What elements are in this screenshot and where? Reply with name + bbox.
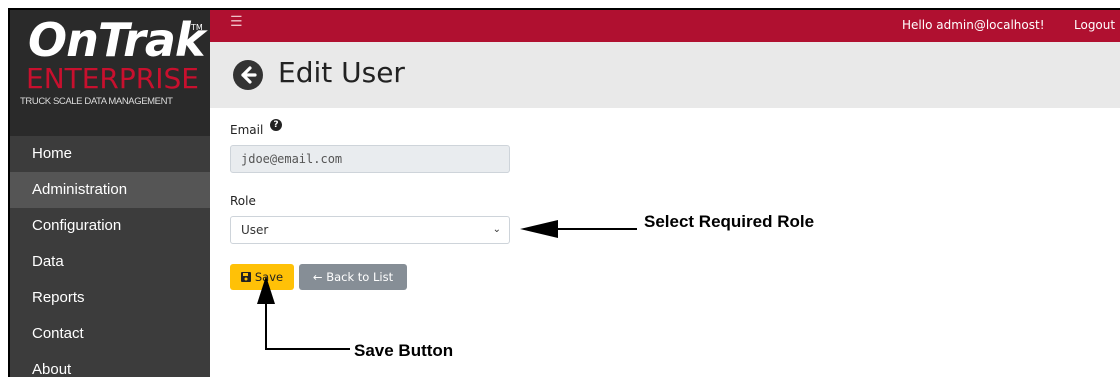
save-callout-arrowhead — [257, 276, 275, 304]
role-callout-arrowhead — [520, 220, 558, 238]
save-callout-line — [265, 302, 350, 350]
save-callout-text: Save Button — [354, 341, 454, 360]
app-window: OnTrak TM ENTERPRISE TRUCK SCALE DATA MA… — [8, 8, 1120, 377]
role-callout-text: Select Required Role — [644, 212, 815, 231]
annotation-arrows — [257, 220, 637, 350]
